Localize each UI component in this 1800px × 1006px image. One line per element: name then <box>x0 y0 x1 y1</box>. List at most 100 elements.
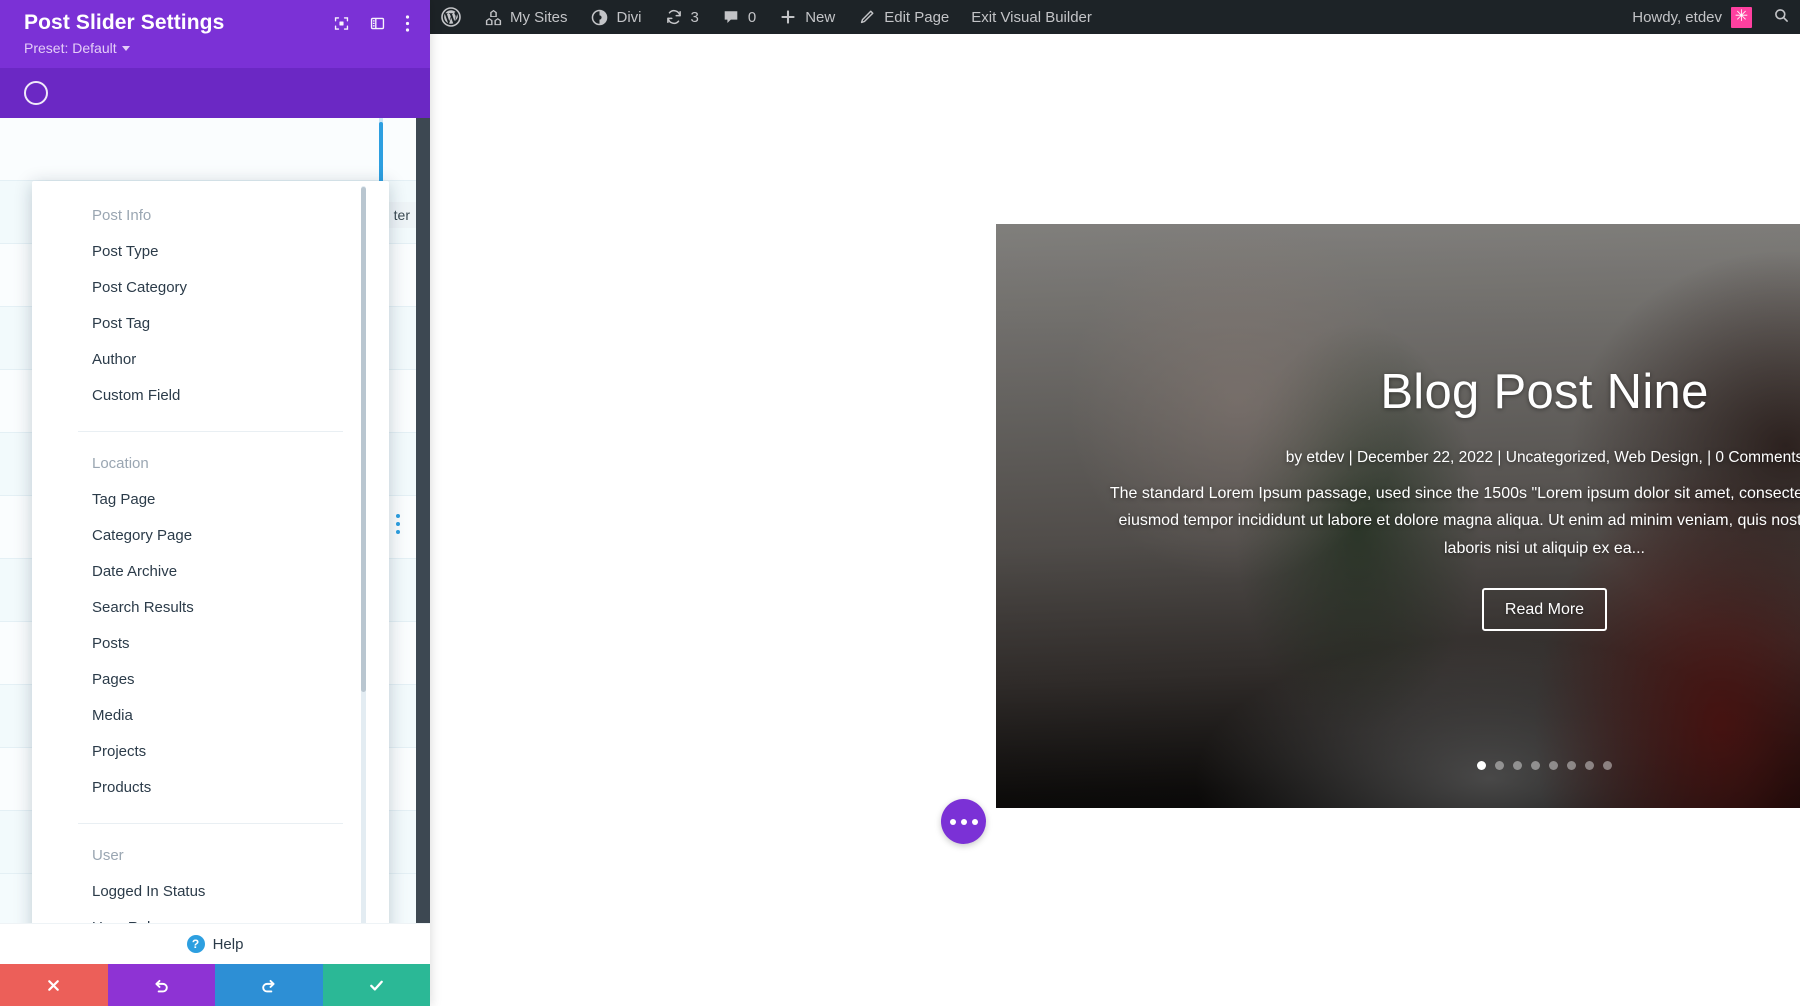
adminbar-item-new[interactable]: New <box>767 0 846 34</box>
save-button[interactable] <box>322 964 430 1006</box>
adminbar-item-my-sites[interactable]: My Sites <box>472 0 579 34</box>
adminbar-label-exit-visual-builder: Exit Visual Builder <box>971 8 1092 26</box>
dropdown-item-post-category[interactable]: Post Category <box>32 270 389 306</box>
redo-icon <box>259 976 278 995</box>
adminbar-label-my-sites: My Sites <box>510 8 568 26</box>
dropdown-item-products[interactable]: Products <box>32 770 389 806</box>
adminbar-label-divi: Divi <box>616 8 642 26</box>
module-settings-panel: Post Slider Settings Preset: Default ter… <box>0 0 430 1006</box>
post-slider[interactable]: Blog Post Nine by etdev | December 22, 2… <box>996 224 1800 808</box>
avatar: ✳ <box>1731 6 1752 28</box>
dropdown-divider <box>78 823 343 824</box>
dropdown-item-post-type[interactable]: Post Type <box>32 234 389 270</box>
howdy-label: Howdy, etdev <box>1632 8 1722 26</box>
adminbar-item-divi[interactable]: Divi <box>579 0 653 34</box>
slide-title: Blog Post Nine <box>1380 365 1709 419</box>
settings-panel-body: ter Post Info Post Type Post Category Po… <box>0 118 430 923</box>
dropdown-item-pages[interactable]: Pages <box>32 662 389 698</box>
row-more-options-icon[interactable] <box>396 514 400 534</box>
wordpress-icon <box>441 7 461 27</box>
slider-dot-5[interactable] <box>1549 761 1558 770</box>
preset-label: Preset: Default <box>24 40 117 56</box>
slider-pagination[interactable] <box>996 761 1800 770</box>
dropdown-item-post-tag[interactable]: Post Tag <box>32 306 389 342</box>
dropdown-item-projects[interactable]: Projects <box>32 734 389 770</box>
slider-dot-6[interactable] <box>1567 761 1576 770</box>
settings-tab-strip[interactable] <box>0 68 430 118</box>
page-settings-fab[interactable] <box>941 799 986 844</box>
dropdown-item-date-archive[interactable]: Date Archive <box>32 554 389 590</box>
settings-toggle-circle[interactable] <box>24 81 48 105</box>
dropdown-item-custom-field[interactable]: Custom Field <box>32 378 389 414</box>
discard-button[interactable] <box>0 964 108 1006</box>
help-label: Help <box>212 935 244 953</box>
dropdown-item-search-results[interactable]: Search Results <box>32 590 389 626</box>
panel-layout-icon[interactable] <box>369 15 386 32</box>
dropdown-scrollbar-thumb[interactable] <box>361 187 366 692</box>
slider-dot-7[interactable] <box>1585 761 1594 770</box>
adminbar-item-edit-page[interactable]: Edit Page <box>846 0 960 34</box>
dropdown-item-posts[interactable]: Posts <box>32 626 389 662</box>
dropdown-item-author[interactable]: Author <box>32 342 389 378</box>
dropdown-scroll-area: Post Info Post Type Post Category Post T… <box>32 181 389 923</box>
preset-selector[interactable]: Preset: Default <box>24 40 130 56</box>
settings-row <box>0 118 430 181</box>
ellipsis-icon <box>949 818 956 825</box>
comment-icon <box>721 7 741 27</box>
slide-excerpt: The standard Lorem Ipsum passage, used s… <box>1109 484 1800 557</box>
adminbar-search-button[interactable] <box>1762 0 1800 34</box>
slider-dot-8[interactable] <box>1603 761 1612 770</box>
undo-icon <box>152 976 171 995</box>
chevron-down-icon <box>121 45 130 51</box>
redo-button[interactable] <box>215 964 323 1006</box>
help-button[interactable]: ? Help <box>0 923 430 964</box>
post-slider-module[interactable]: Blog Post Nine by etdev | December 22, 2… <box>996 224 1800 808</box>
dropdown-item-media[interactable]: Media <box>32 698 389 734</box>
dropdown-item-category-page[interactable]: Category Page <box>32 518 389 554</box>
help-icon: ? <box>186 935 205 953</box>
wp-admin-bar: My Sites Divi 3 0 New Edit Page Exit Vis… <box>430 0 1800 34</box>
fullscreen-icon[interactable] <box>333 15 350 32</box>
dropdown-group-label: Location <box>92 455 149 472</box>
ellipsis-icon <box>971 818 978 825</box>
adminbar-right: Howdy, etdev ✳ <box>1622 0 1800 34</box>
adminbar-label-new: New <box>805 8 836 26</box>
slide-content: Blog Post Nine by etdev | December 22, 2… <box>996 365 1800 632</box>
slider-dot-3[interactable] <box>1513 761 1522 770</box>
adminbar-label-edit-page: Edit Page <box>884 8 950 26</box>
slide-meta: by etdev | December 22, 2022 | Uncategor… <box>1285 448 1800 466</box>
pencil-icon <box>857 7 877 27</box>
undo-button[interactable] <box>107 964 215 1006</box>
visual-builder-canvas: Blog Post Nine by etdev | December 22, 2… <box>430 34 1800 1006</box>
dropdown-item-tag-page[interactable]: Tag Page <box>32 482 389 518</box>
adminbar-item-wp-logo[interactable] <box>430 0 472 34</box>
field-value-chip[interactable]: ter <box>385 202 418 228</box>
dropdown-item-logged-in-status[interactable]: Logged In Status <box>32 874 389 910</box>
page-title: Post Slider Settings <box>24 11 225 34</box>
dropdown-group-label: Post Info <box>92 207 152 224</box>
adminbar-item-howdy[interactable]: Howdy, etdev ✳ <box>1622 6 1762 28</box>
panel-right-rail <box>416 118 430 923</box>
sites-icon <box>483 7 503 27</box>
slider-dot-4[interactable] <box>1531 761 1540 770</box>
settings-header-row: Post Slider Settings <box>24 11 410 35</box>
slider-dot-2[interactable] <box>1495 761 1504 770</box>
adminbar-label-updates: 3 <box>690 8 699 26</box>
settings-panel-header: Post Slider Settings Preset: Default <box>0 0 430 68</box>
read-more-button[interactable]: Read More <box>1481 588 1608 632</box>
dropdown-group-label: User <box>92 847 124 864</box>
close-icon <box>45 977 62 994</box>
adminbar-item-updates[interactable]: 3 <box>653 0 710 34</box>
dropdown-divider <box>78 431 343 432</box>
adminbar-item-comments[interactable]: 0 <box>710 0 767 34</box>
check-icon <box>367 976 386 995</box>
dropdown-item-user-role[interactable]: User Role <box>32 910 389 923</box>
dynamic-content-dropdown[interactable]: Post Info Post Type Post Category Post T… <box>32 181 389 923</box>
adminbar-item-exit-visual-builder[interactable]: Exit Visual Builder <box>960 0 1103 34</box>
slider-dot-1[interactable] <box>1477 761 1486 770</box>
divi-icon <box>590 7 610 27</box>
more-vertical-icon[interactable] <box>405 14 410 33</box>
settings-header-icons <box>333 11 410 33</box>
ellipsis-icon <box>960 818 967 825</box>
updates-icon <box>664 7 684 27</box>
